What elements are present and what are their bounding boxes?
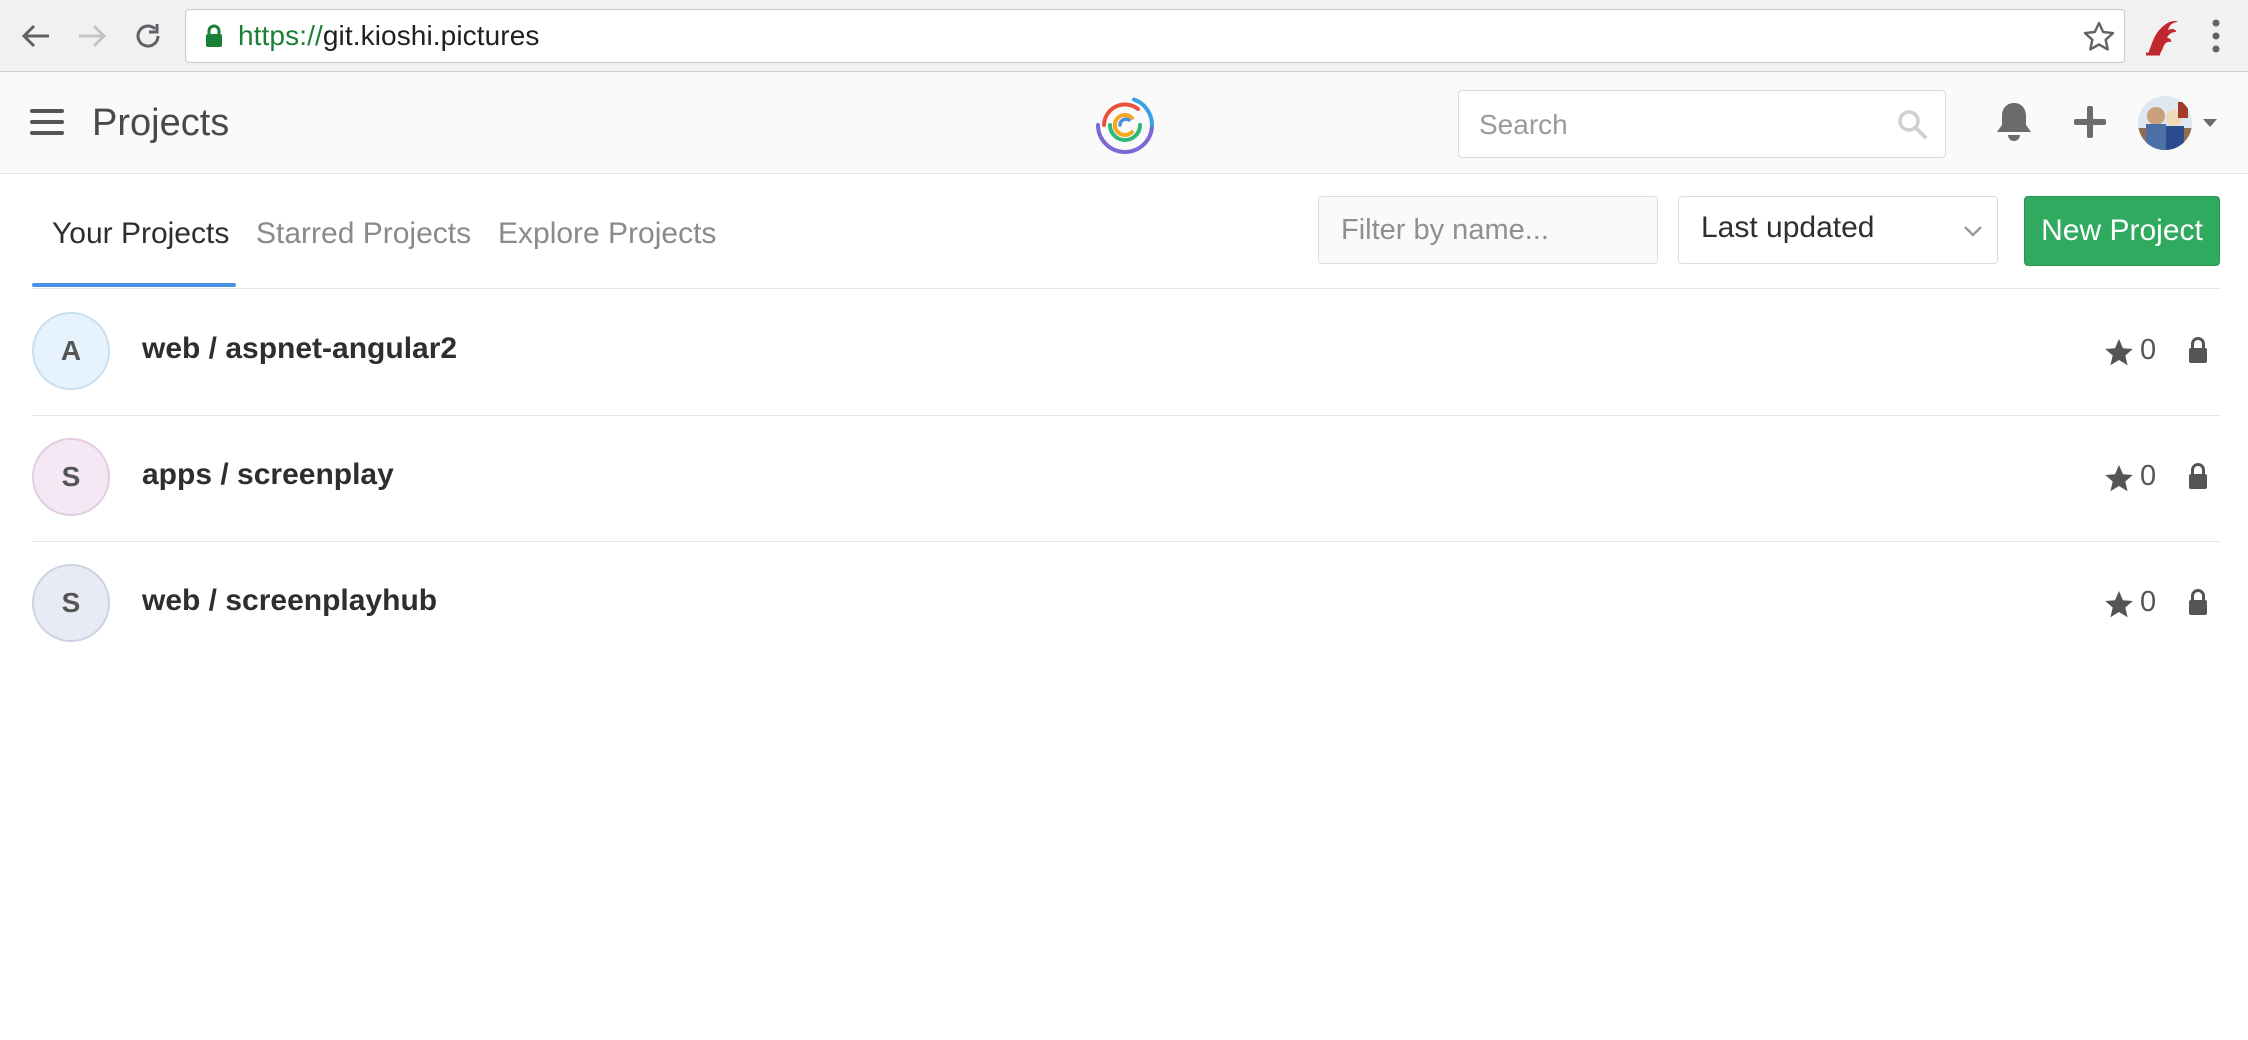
secure-lock-icon — [206, 24, 222, 47]
tab-your-projects[interactable]: Your Projects — [52, 214, 229, 254]
extension-icon[interactable] — [2140, 14, 2184, 58]
page-title: Projects — [92, 102, 230, 144]
notifications-bell-icon[interactable] — [1994, 100, 2034, 144]
url-host: git.kioshi.pictures — [322, 20, 540, 51]
star-icon — [2105, 465, 2133, 492]
project-row[interactable]: A web / aspnet-angular2 0 — [32, 290, 2220, 416]
tabs-divider — [32, 288, 2220, 289]
filter-by-name-input[interactable] — [1318, 196, 1658, 264]
project-row[interactable]: S web / screenplayhub 0 — [32, 542, 2220, 668]
project-avatar: S — [32, 438, 110, 516]
project-star-count: 0 — [2140, 334, 2157, 366]
project-row[interactable]: S apps / screenplay 0 — [32, 416, 2220, 542]
user-menu-caret-icon[interactable] — [2202, 118, 2218, 128]
app-logo-icon[interactable] — [1090, 94, 1160, 156]
project-name-link[interactable]: web / aspnet-angular2 — [142, 332, 457, 366]
url-text: https://git.kioshi.pictures — [238, 20, 540, 52]
url-scheme: https:// — [238, 20, 323, 51]
address-bar[interactable]: https://git.kioshi.pictures — [185, 9, 2125, 63]
bookmark-star-icon[interactable] — [2082, 20, 2116, 54]
project-name-link[interactable]: apps / screenplay — [142, 458, 394, 492]
project-star-count: 0 — [2140, 460, 2157, 492]
project-name-link[interactable]: web / screenplayhub — [142, 584, 437, 618]
app-header: Projects — [0, 72, 2248, 174]
new-project-button[interactable]: New Project — [2024, 196, 2220, 266]
project-avatar: S — [32, 564, 110, 642]
star-icon — [2105, 591, 2133, 618]
project-avatar: A — [32, 312, 110, 390]
search-box[interactable] — [1458, 90, 1946, 159]
reload-icon[interactable] — [126, 14, 170, 58]
chevron-down-icon — [1964, 226, 1982, 237]
sort-dropdown[interactable]: Last updated — [1678, 196, 1998, 264]
tab-starred-projects[interactable]: Starred Projects — [256, 214, 471, 254]
sort-selected-label: Last updated — [1701, 211, 1875, 244]
search-input[interactable] — [1477, 91, 1881, 159]
forward-arrow-icon[interactable] — [70, 14, 114, 58]
tab-explore-projects[interactable]: Explore Projects — [498, 214, 716, 254]
browser-menu-icon[interactable] — [2196, 14, 2236, 58]
back-arrow-icon[interactable] — [14, 14, 58, 58]
hamburger-menu-icon[interactable] — [30, 108, 64, 136]
browser-toolbar: https://git.kioshi.pictures — [0, 0, 2248, 72]
private-lock-icon — [2189, 589, 2207, 615]
project-star-count: 0 — [2140, 586, 2157, 618]
search-icon[interactable] — [1897, 109, 1927, 139]
star-icon — [2105, 339, 2133, 366]
active-tab-indicator — [32, 283, 236, 287]
new-item-plus-icon[interactable] — [2072, 104, 2108, 140]
user-avatar[interactable] — [2138, 96, 2192, 150]
private-lock-icon — [2189, 463, 2207, 489]
private-lock-icon — [2189, 337, 2207, 363]
